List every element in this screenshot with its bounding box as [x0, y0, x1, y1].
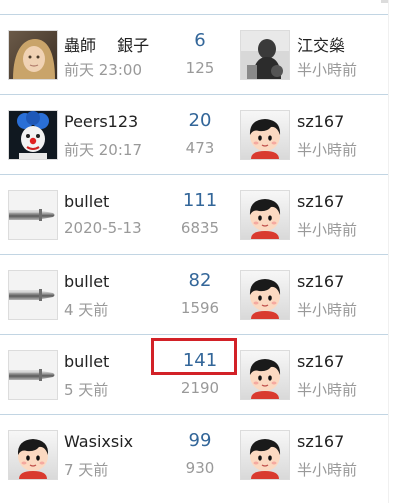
right-edge	[388, 0, 389, 503]
last-post-time[interactable]: 半小時前	[297, 459, 357, 480]
reply-count-highlight	[151, 338, 237, 375]
last-post-time[interactable]: 半小時前	[297, 139, 357, 160]
photo-clown-avatar-icon	[9, 111, 57, 159]
author-avatar[interactable]	[8, 30, 58, 80]
last-poster-avatar[interactable]	[240, 270, 290, 320]
thread-row: bullet 4 天前 82 1596 sz167 半小時前	[0, 255, 388, 335]
reply-count[interactable]: 20	[150, 110, 250, 131]
author-time: 7 天前	[64, 461, 109, 479]
reply-count[interactable]: 6	[150, 30, 250, 51]
author-avatar[interactable]	[8, 190, 58, 240]
last-poster-name[interactable]: sz167	[297, 112, 344, 131]
last-post-time[interactable]: 半小時前	[297, 59, 357, 80]
bullet-avatar-icon	[9, 191, 57, 239]
author-name[interactable]: 蟲師 銀子	[64, 32, 149, 56]
last-post-time[interactable]: 半小時前	[297, 379, 357, 400]
view-count: 473	[185, 139, 215, 157]
thread-list: 蟲師 銀子 前天 23:00 6 125 江交燊 半小時前 Peers123 前…	[0, 15, 388, 494]
author-avatar[interactable]	[8, 270, 58, 320]
default-cartoon-avatar-icon	[241, 431, 289, 479]
author-time: 5 天前	[64, 381, 109, 399]
author-time: 前天 20:17	[64, 141, 142, 159]
author-name[interactable]: bullet	[64, 192, 109, 211]
last-poster-name[interactable]: sz167	[297, 352, 344, 371]
reply-count[interactable]: 111	[150, 190, 250, 211]
view-count: 1596	[180, 299, 220, 317]
default-cartoon-avatar-icon	[241, 271, 289, 319]
last-poster-avatar[interactable]	[240, 110, 290, 160]
view-count: 125	[185, 59, 215, 77]
author-name[interactable]: Wasixsix	[64, 432, 133, 451]
last-post-time[interactable]: 半小時前	[297, 299, 357, 320]
reply-count[interactable]: 99	[150, 430, 250, 451]
author-name[interactable]: bullet	[64, 352, 109, 371]
last-poster-name[interactable]: sz167	[297, 432, 344, 451]
thread-row: Wasixsix 7 天前 99 930 sz167 半小時前	[0, 415, 388, 494]
last-poster-avatar[interactable]	[240, 190, 290, 240]
thread-row: bullet 2020-5-13 111 6835 sz167 半小時前	[0, 175, 388, 255]
last-poster-name[interactable]: 江交燊	[297, 32, 345, 56]
thread-list-page: 蟲師 銀子 前天 23:00 6 125 江交燊 半小時前 Peers123 前…	[0, 0, 396, 503]
last-poster-avatar[interactable]	[240, 30, 290, 80]
author-avatar[interactable]	[8, 430, 58, 480]
view-count: 2190	[180, 379, 220, 397]
default-cartoon-avatar-icon	[9, 431, 57, 479]
author-avatar[interactable]	[8, 350, 58, 400]
bullet-avatar-icon	[9, 351, 57, 399]
view-count: 930	[185, 459, 215, 477]
last-poster-avatar[interactable]	[240, 350, 290, 400]
author-time: 4 天前	[64, 301, 109, 319]
top-edge-mark	[381, 0, 388, 3]
last-post-time[interactable]: 半小時前	[297, 219, 357, 240]
author-name[interactable]: bullet	[64, 272, 109, 291]
author-time: 前天 23:00	[64, 61, 142, 79]
last-poster-avatar[interactable]	[240, 430, 290, 480]
default-cartoon-avatar-icon	[241, 111, 289, 159]
reply-count[interactable]: 82	[150, 270, 250, 291]
photo-dark-avatar-icon	[241, 31, 289, 79]
photo-child-avatar-icon	[9, 31, 57, 79]
last-poster-name[interactable]: sz167	[297, 272, 344, 291]
thread-row: Peers123 前天 20:17 20 473 sz167 半小時前	[0, 95, 388, 175]
view-count: 6835	[180, 219, 220, 237]
thread-row: 蟲師 銀子 前天 23:00 6 125 江交燊 半小時前	[0, 15, 388, 95]
author-name[interactable]: Peers123	[64, 112, 138, 131]
default-cartoon-avatar-icon	[241, 191, 289, 239]
default-cartoon-avatar-icon	[241, 351, 289, 399]
bullet-avatar-icon	[9, 271, 57, 319]
author-time: 2020-5-13	[64, 219, 142, 237]
author-avatar[interactable]	[8, 110, 58, 160]
last-poster-name[interactable]: sz167	[297, 192, 344, 211]
